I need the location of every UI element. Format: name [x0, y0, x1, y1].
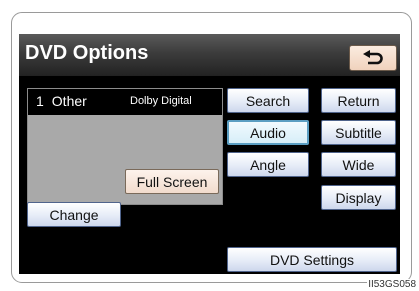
audio-format: Dolby Digital [130, 95, 192, 107]
return-arrow-icon [363, 50, 383, 65]
figure-code: II53GS058 [367, 279, 417, 290]
disc-info-bar: 1 Other Dolby Digital [27, 88, 223, 116]
title-bar: DVD Options [19, 34, 400, 76]
return-button[interactable]: Return [321, 88, 396, 113]
back-button[interactable] [349, 45, 397, 71]
screen-title: DVD Options [25, 42, 149, 64]
change-button[interactable]: Change [27, 202, 121, 227]
track-type: Other [51, 93, 87, 109]
search-button[interactable]: Search [227, 88, 309, 113]
angle-button[interactable]: Angle [227, 152, 309, 177]
dvd-settings-button[interactable]: DVD Settings [227, 247, 397, 272]
display-button[interactable]: Display [321, 185, 396, 210]
full-screen-button[interactable]: Full Screen [125, 169, 219, 194]
subtitle-button[interactable]: Subtitle [321, 120, 396, 145]
track-info: 1 Other [36, 93, 87, 109]
dvd-options-screen: DVD Options 1 Other Dolby Digital Search … [19, 34, 400, 274]
track-number: 1 [36, 93, 44, 109]
wide-button[interactable]: Wide [321, 152, 396, 177]
audio-button[interactable]: Audio [227, 120, 309, 145]
